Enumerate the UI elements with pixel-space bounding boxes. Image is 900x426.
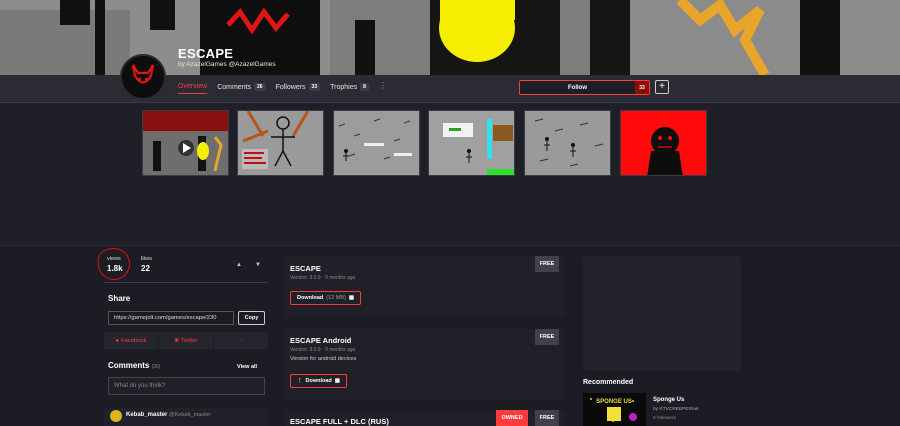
- recommended-thumb[interactable]: SPONGE US: [583, 393, 646, 426]
- free-badge: FREE: [535, 256, 559, 272]
- tab-comments[interactable]: Comments 26: [217, 80, 266, 94]
- commenter-avatar[interactable]: [110, 410, 122, 422]
- windows-icon: ▦: [348, 295, 355, 301]
- developer-byline[interactable]: by AzazelGames @AzazelGames: [178, 61, 276, 68]
- share-url-input[interactable]: https://gamejolt.com/games/escape/230: [108, 311, 234, 325]
- twitter-share-button[interactable]: ❀ Twitter: [159, 332, 214, 349]
- recommended-thumb-text: SPONGE US: [596, 399, 632, 405]
- commenter-username: Kebab_master: [126, 412, 168, 418]
- commenter-name[interactable]: Kebab_master @Kebab_master: [126, 412, 210, 418]
- package-card: ESCAPE FULL + DLC (RUS) OWNED FREE: [284, 410, 565, 426]
- owned-badge: OWNED: [496, 410, 528, 426]
- download-label: Download: [297, 295, 324, 301]
- tab-followers-label: Followers: [275, 83, 306, 91]
- game-nav: Overview Comments 26 Followers 33 Trophi…: [178, 80, 387, 100]
- media-thumb-5[interactable]: [524, 110, 611, 176]
- package-card: ESCAPE Version: 3.0.0 · 9 months ago FRE…: [284, 256, 565, 318]
- view-all-comments-link[interactable]: View all: [237, 364, 257, 370]
- ad-placeholder: [583, 256, 741, 371]
- twitter-label: Twitter: [180, 337, 198, 344]
- package-title: ESCAPE: [290, 264, 321, 273]
- tab-trophies-label: Trophies: [330, 83, 358, 91]
- more-share-label: ···: [238, 337, 244, 344]
- follow-count: 33: [635, 81, 649, 94]
- tab-overview[interactable]: Overview: [178, 80, 208, 94]
- media-thumb-6[interactable]: [620, 110, 707, 176]
- package-card: ESCAPE Android Version: 3.0.0 · 9 months…: [284, 329, 565, 401]
- download-label: Download: [305, 378, 332, 384]
- followers-count-badge: 33: [308, 83, 321, 91]
- follow-button[interactable]: Follow 33: [519, 80, 650, 95]
- media-strip: [0, 103, 900, 245]
- tab-followers[interactable]: Followers 33: [276, 80, 321, 94]
- social-share-row: ● Facebook ❀ Twitter ···: [104, 332, 268, 349]
- facebook-label: Facebook: [121, 337, 147, 344]
- download-button[interactable]: ⋮ Download ▩: [290, 374, 347, 388]
- download-button[interactable]: Download (12 MB) ▦: [290, 291, 362, 305]
- share-title: Share: [108, 294, 131, 303]
- stats-divider: [104, 282, 268, 283]
- recommended-game-followers: 8 followers: [653, 416, 676, 421]
- media-thumb-3[interactable]: [333, 110, 420, 176]
- tab-trophies[interactable]: Trophies 8: [330, 80, 369, 94]
- game-page: ESCAPE by AzazelGames @AzazelGames Overv…: [0, 0, 900, 426]
- likes-value: 22: [141, 264, 150, 273]
- demon-logo-icon: [122, 56, 164, 98]
- copy-button[interactable]: Copy: [238, 311, 265, 325]
- package-title: ESCAPE FULL + DLC (RUS): [290, 417, 389, 426]
- package-meta: Version: 3.0.0 · 9 months ago: [290, 275, 356, 281]
- facebook-icon: ●: [115, 337, 120, 344]
- comments-title-count: (26): [151, 364, 161, 370]
- android-icon: ▩: [334, 378, 340, 384]
- twitter-icon: ❀: [174, 337, 179, 344]
- package-meta: Version: 3.0.0 · 9 months ago: [290, 347, 356, 353]
- thumbs-up-icon[interactable]: ▲: [236, 262, 242, 268]
- package-description: Version for android devices: [290, 356, 357, 362]
- commenter-handle: @Kebab_master: [169, 412, 211, 418]
- comments-title-text: Comments: [108, 361, 150, 370]
- follow-label: Follow: [568, 84, 587, 91]
- comment-input[interactable]: What do you think?: [108, 377, 265, 395]
- facebook-share-button[interactable]: ● Facebook: [104, 332, 159, 349]
- free-badge: FREE: [535, 329, 559, 345]
- page-title: ESCAPE: [178, 46, 234, 61]
- developer-avatar[interactable]: [120, 54, 166, 100]
- free-badge: FREE: [535, 410, 559, 426]
- recommended-game-dev[interactable]: by KTVCREEPERnet: [653, 407, 699, 412]
- package-title: ESCAPE Android: [290, 336, 352, 345]
- recommended-title: Recommended: [583, 379, 634, 386]
- more-options-icon[interactable]: ⋮: [379, 80, 387, 100]
- trophies-count-badge: 8: [360, 83, 369, 91]
- download-size: (12 MB): [326, 295, 346, 301]
- add-to-playlist-button[interactable]: +: [655, 80, 669, 94]
- tab-overview-label: Overview: [178, 83, 208, 90]
- recommended-game-name[interactable]: Sponge Us: [653, 397, 684, 403]
- comments-title: Comments (26): [108, 361, 160, 370]
- media-thumb-2[interactable]: [237, 110, 324, 176]
- media-thumb-video[interactable]: [142, 110, 229, 176]
- more-share-button[interactable]: ···: [214, 332, 268, 349]
- tab-comments-label: Comments: [217, 83, 252, 91]
- thumbs-down-icon[interactable]: ▼: [255, 262, 261, 268]
- likes-label: likes: [141, 256, 153, 262]
- comments-count-badge: 26: [254, 83, 266, 91]
- media-thumb-4[interactable]: [428, 110, 515, 176]
- kebab-menu-icon: ⋮: [297, 378, 303, 384]
